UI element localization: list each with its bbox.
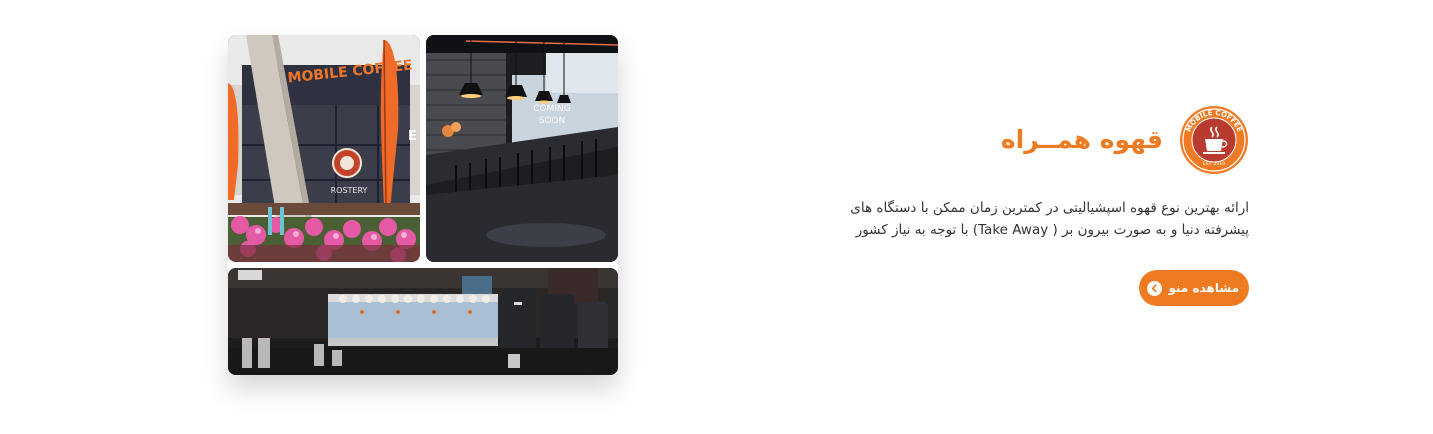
interior-window-text-1: COMING: [533, 104, 571, 114]
brand-title: قهوه همــراه: [1000, 125, 1163, 154]
photo-gallery: MOBILE COFFEE ROSTERY E COMING SOON: [228, 35, 618, 375]
interior-window-text-2: SOON: [539, 116, 566, 126]
logo-est-text: EST. 2019: [1203, 161, 1225, 167]
brand-section: MOBILE COFFEE EST. 2019 قهوه همــراه ارا…: [819, 104, 1249, 306]
storefront-photo: MOBILE COFFEE ROSTERY E: [228, 35, 420, 262]
brand-description: ارائه بهترین نوع قهوه اسپشیالیتی در کمتر…: [850, 200, 1249, 238]
interior-photo: COMING SOON: [426, 35, 618, 262]
storefront-flag-letter: E: [408, 129, 417, 144]
espresso-bar-photo: [228, 268, 618, 375]
chevron-left-icon: [1147, 280, 1163, 296]
view-menu-label: مشاهده منو: [1168, 281, 1239, 295]
storefront-panel-text: ROSTERY: [331, 186, 368, 195]
brand-header: MOBILE COFFEE EST. 2019 قهوه همــراه: [819, 104, 1249, 176]
mobile-coffee-logo: MOBILE COFFEE EST. 2019: [1179, 105, 1249, 175]
view-menu-button[interactable]: مشاهده منو: [1139, 270, 1249, 306]
page: MOBILE COFFEE ROSTERY E COMING SOON MOBI…: [0, 0, 1433, 434]
